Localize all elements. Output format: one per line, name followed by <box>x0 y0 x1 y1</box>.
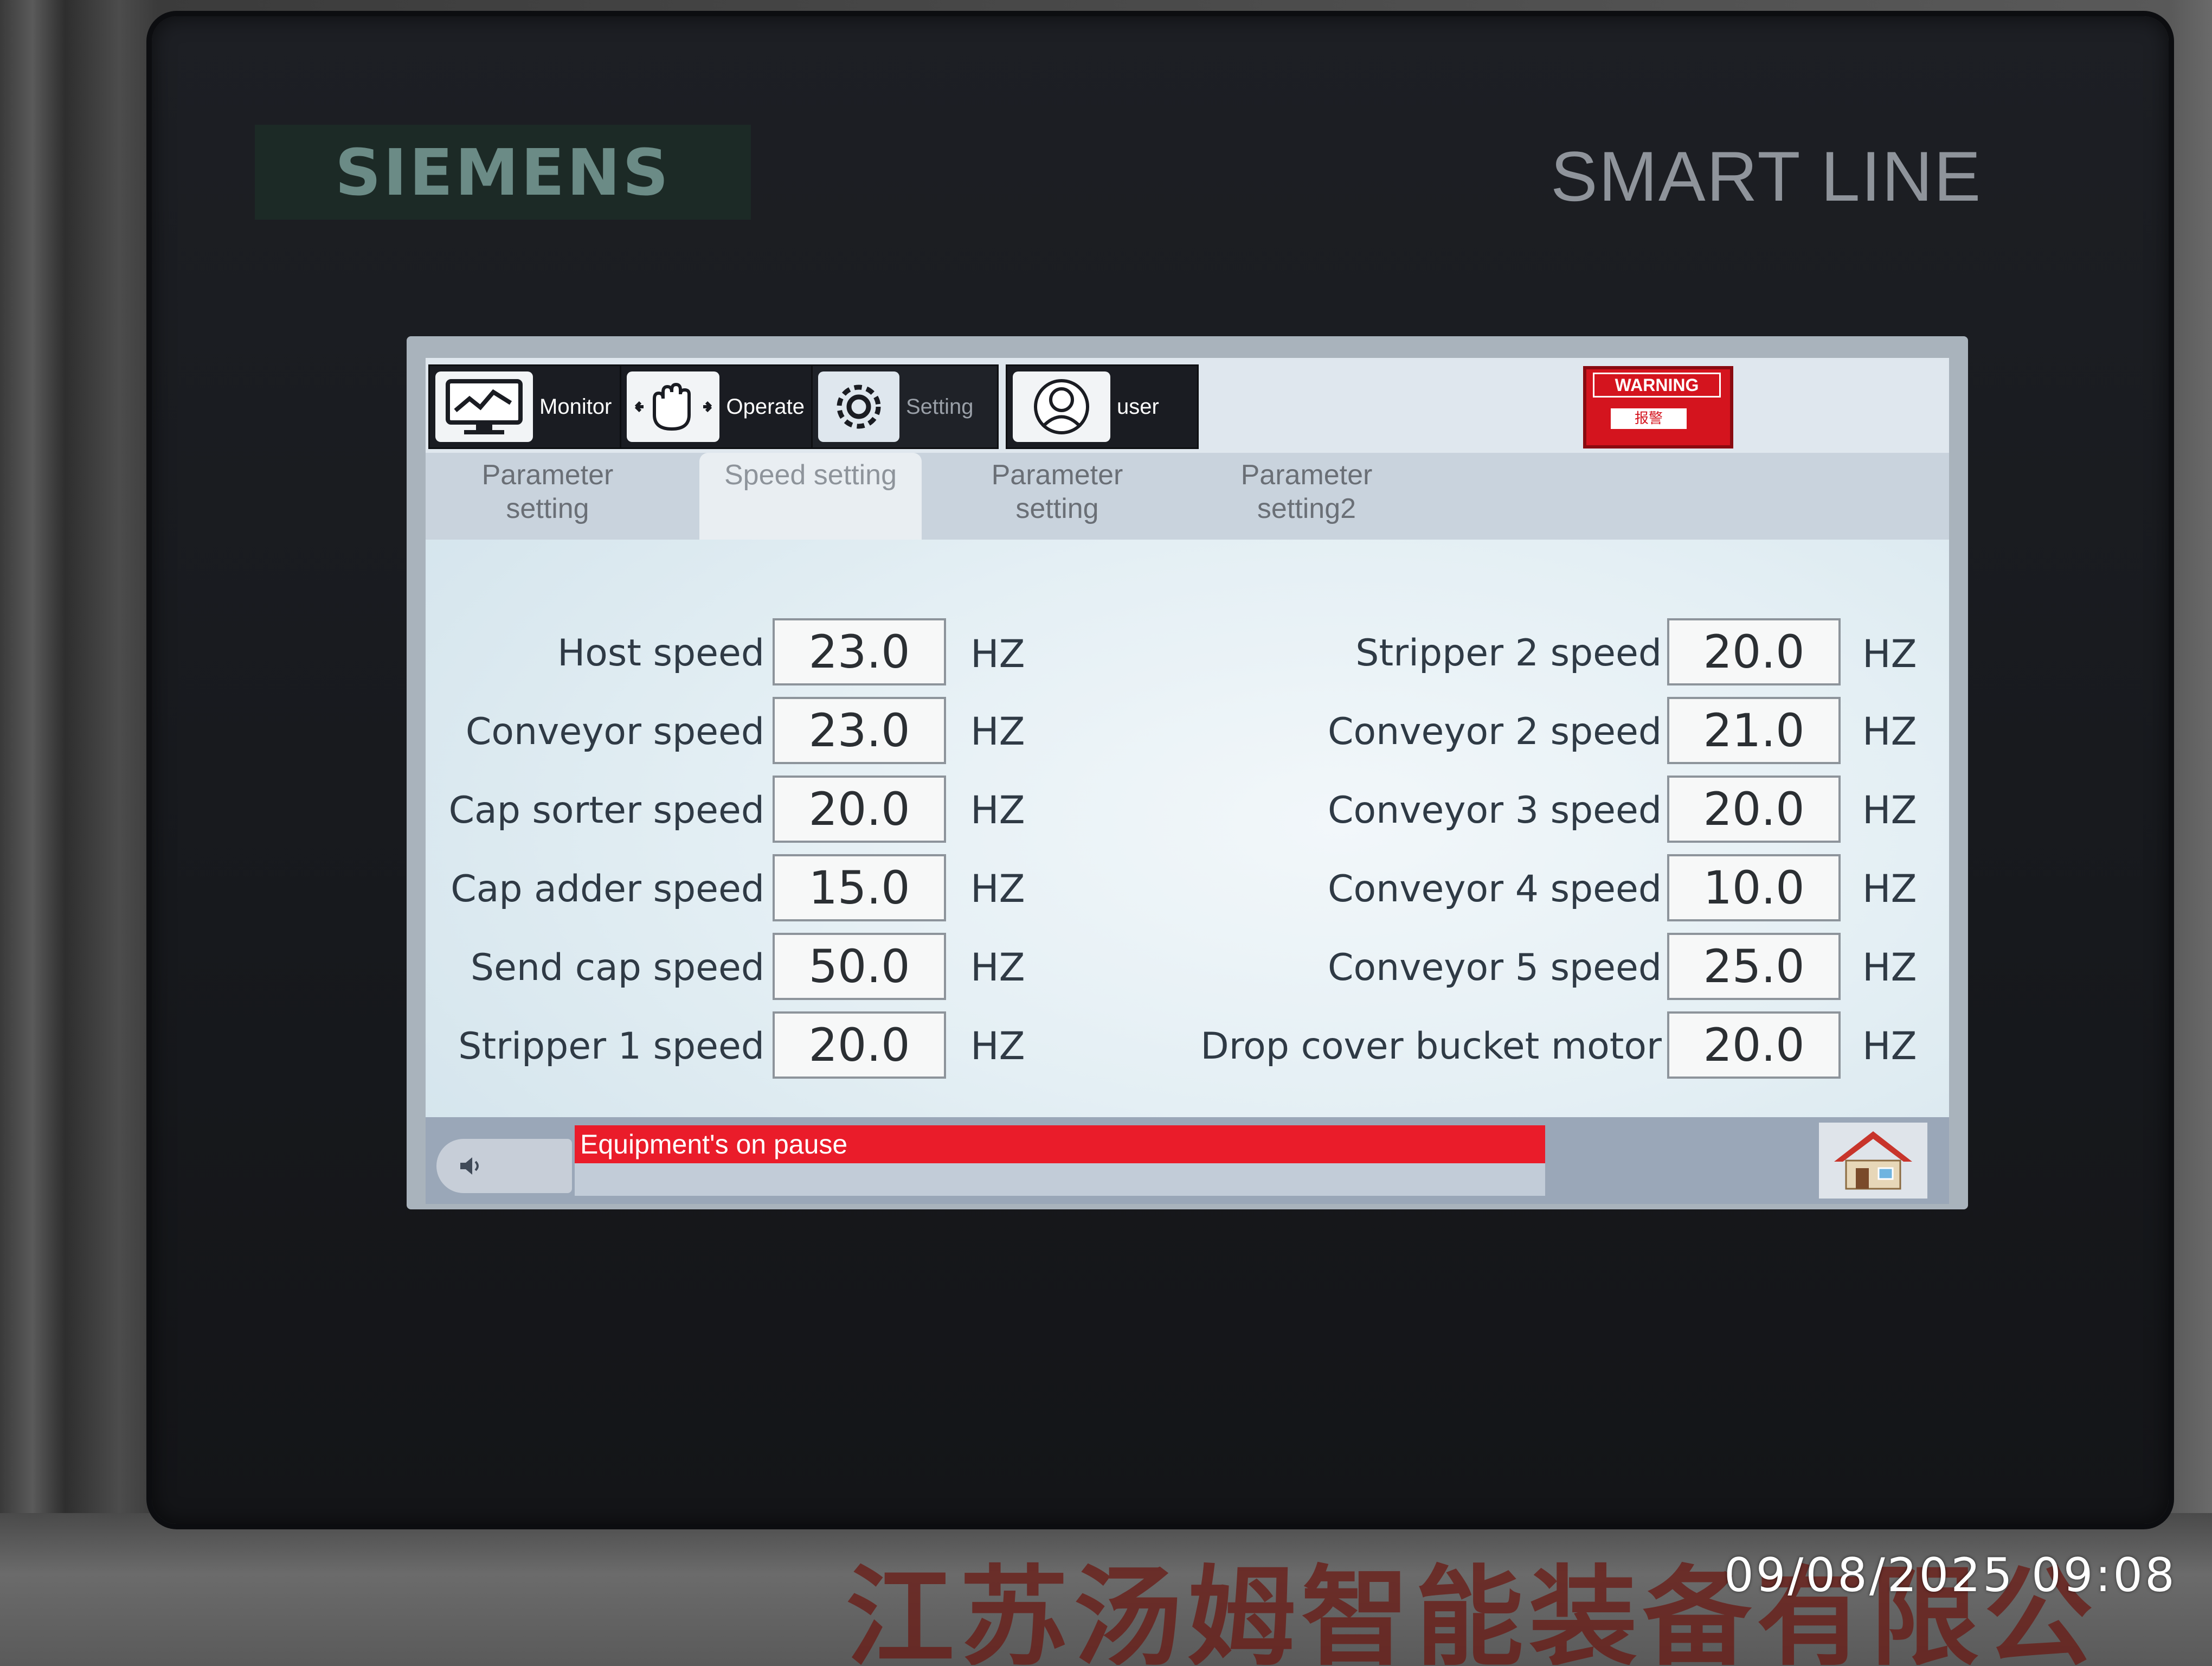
conveyor-4-speed-field[interactable]: 10.0 <box>1667 854 1841 921</box>
conveyor-speed-field[interactable]: 23.0 <box>773 697 946 764</box>
top-nav-bar: Monitor Operate Setting user WARNING 报警 <box>426 358 1949 453</box>
host-speed-label: Host speed <box>557 632 764 675</box>
warning-sub-label: 报警 <box>1611 408 1687 429</box>
user-button[interactable]: user <box>1006 364 1199 449</box>
tab-parameter-setting2[interactable]: Parameter setting2 <box>1204 453 1410 534</box>
send-cap-speed-field[interactable]: 50.0 <box>773 933 946 1000</box>
monitor-icon <box>435 371 533 442</box>
operate-label: Operate <box>726 394 805 419</box>
series-label: SMART LINE <box>1551 137 1982 216</box>
tab-parameter-setting[interactable]: Parameter setting <box>445 453 651 534</box>
drop-cover-bucket-motor-label: Drop cover bucket motor <box>1200 1025 1662 1068</box>
hand-icon <box>627 371 720 442</box>
speaker-icon <box>460 1157 479 1175</box>
host-speed-unit: HZ <box>970 632 1025 676</box>
cap-sorter-speed-unit: HZ <box>970 788 1025 832</box>
cap-adder-speed-label: Cap adder speed <box>451 868 764 911</box>
send-cap-speed-label: Send cap speed <box>470 946 764 989</box>
conveyor-speed-unit: HZ <box>970 709 1025 754</box>
operate-button[interactable]: Operate <box>620 364 813 449</box>
sound-button[interactable] <box>436 1139 572 1193</box>
tab-parameter-setting-2[interactable]: Parameter setting <box>954 453 1160 534</box>
conveyor-4-speed-unit: HZ <box>1862 867 1917 911</box>
conveyor-2-speed-field[interactable]: 21.0 <box>1667 697 1841 764</box>
stripper-2-speed-unit: HZ <box>1862 632 1917 676</box>
cap-sorter-speed-field[interactable]: 20.0 <box>773 776 946 843</box>
alarm-message: Equipment's on pause <box>575 1125 1545 1163</box>
cap-adder-speed-unit: HZ <box>970 867 1025 911</box>
host-speed-field[interactable]: 23.0 <box>773 618 946 685</box>
hmi-screen: Monitor Operate Setting user WARNING 报警 … <box>426 358 1949 1204</box>
brand-logo: SIEMENS <box>255 125 751 220</box>
conveyor-3-speed-unit: HZ <box>1862 788 1917 832</box>
drop-cover-bucket-motor-unit: HZ <box>1862 1024 1917 1068</box>
user-icon <box>1013 371 1110 442</box>
warning-button[interactable]: WARNING 报警 <box>1583 366 1733 448</box>
conveyor-speed-label: Conveyor speed <box>465 710 764 753</box>
conveyor-5-speed-label: Conveyor 5 speed <box>1328 946 1662 989</box>
conveyor-3-speed-field[interactable]: 20.0 <box>1667 776 1841 843</box>
warning-label: WARNING <box>1593 373 1721 398</box>
setting-label: Setting <box>906 394 974 419</box>
user-label: user <box>1117 394 1159 419</box>
home-icon <box>1834 1131 1912 1190</box>
conveyor-4-speed-label: Conveyor 4 speed <box>1328 868 1662 911</box>
status-bar: Equipment's on pause <box>426 1117 1949 1204</box>
conveyor-5-speed-field[interactable]: 25.0 <box>1667 933 1841 1000</box>
conveyor-2-speed-unit: HZ <box>1862 709 1917 754</box>
stripper-2-speed-field[interactable]: 20.0 <box>1667 618 1841 685</box>
conveyor-3-speed-label: Conveyor 3 speed <box>1328 789 1662 832</box>
stripper-2-speed-label: Stripper 2 speed <box>1355 632 1662 675</box>
alarm-message-empty-row <box>575 1163 1545 1196</box>
setting-button[interactable]: Setting <box>811 364 999 449</box>
conveyor-2-speed-label: Conveyor 2 speed <box>1328 710 1662 753</box>
monitor-button[interactable]: Monitor <box>428 364 621 449</box>
tab-speed-setting[interactable]: Speed setting <box>699 453 922 540</box>
monitor-label: Monitor <box>539 394 612 419</box>
cap-adder-speed-field[interactable]: 15.0 <box>773 854 946 921</box>
stripper-1-speed-label: Stripper 1 speed <box>458 1025 764 1068</box>
send-cap-speed-unit: HZ <box>970 945 1025 990</box>
gear-icon <box>818 371 899 442</box>
drop-cover-bucket-motor-field[interactable]: 20.0 <box>1667 1011 1841 1079</box>
home-button[interactable] <box>1819 1123 1927 1199</box>
photo-timestamp: 09/08/2025 09:08 <box>1724 1548 2177 1603</box>
cap-sorter-speed-label: Cap sorter speed <box>448 789 764 832</box>
tab-bar: Parameter setting Speed setting Paramete… <box>426 453 1949 540</box>
conveyor-5-speed-unit: HZ <box>1862 945 1917 990</box>
